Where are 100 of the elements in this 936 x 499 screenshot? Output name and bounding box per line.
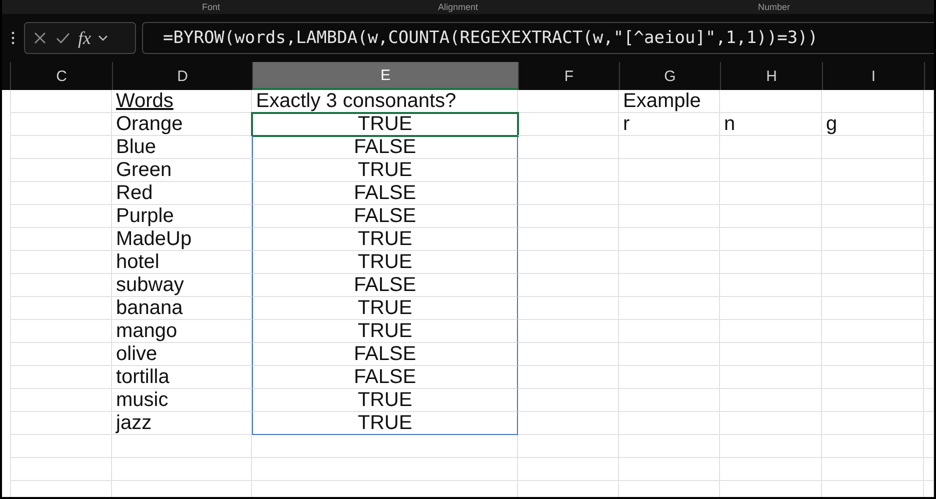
empty-cell[interactable]: [924, 435, 934, 458]
grid-cell[interactable]: r: [619, 113, 720, 136]
grid-cell[interactable]: [822, 136, 924, 159]
empty-cell[interactable]: [10, 458, 112, 481]
empty-cell[interactable]: [518, 320, 619, 343]
empty-cell[interactable]: [518, 251, 619, 274]
grid-cell[interactable]: [619, 366, 720, 389]
grid-cell[interactable]: [619, 228, 720, 251]
empty-cell[interactable]: [10, 228, 112, 251]
grid-cell[interactable]: [822, 228, 924, 251]
result-cell[interactable]: TRUE: [252, 159, 518, 182]
empty-cell[interactable]: [924, 343, 934, 366]
column-header[interactable]: F: [518, 62, 619, 90]
empty-cell[interactable]: [924, 389, 934, 412]
empty-cell[interactable]: [518, 113, 619, 136]
empty-cell[interactable]: [924, 320, 934, 343]
empty-cell[interactable]: [924, 228, 934, 251]
column-header[interactable]: G: [619, 62, 720, 90]
grid-cell[interactable]: [720, 389, 822, 412]
grid-cell[interactable]: [720, 251, 822, 274]
empty-cell[interactable]: [822, 435, 924, 458]
empty-cell[interactable]: [112, 435, 252, 458]
empty-cell[interactable]: [822, 90, 924, 113]
formula-input[interactable]: =BYROW(words,LAMBDA(w,COUNTA(REGEXEXTRACT(w,"[^aeiou]",1,1))=3)): [142, 22, 934, 54]
empty-cell[interactable]: [518, 366, 619, 389]
grid-cell[interactable]: [619, 412, 720, 435]
empty-cell[interactable]: [720, 90, 822, 113]
grid-cell[interactable]: [822, 343, 924, 366]
empty-cell[interactable]: [518, 228, 619, 251]
result-cell[interactable]: TRUE: [252, 412, 518, 435]
grid-cell[interactable]: [619, 251, 720, 274]
empty-cell[interactable]: [924, 458, 934, 481]
insert-function-button[interactable]: fx: [78, 28, 91, 48]
empty-cell[interactable]: [619, 458, 720, 481]
grid-cell[interactable]: [822, 412, 924, 435]
empty-cell[interactable]: [518, 90, 619, 113]
grid-cell[interactable]: [619, 343, 720, 366]
empty-cell[interactable]: [518, 343, 619, 366]
empty-cell[interactable]: [10, 343, 112, 366]
grid-cell[interactable]: [619, 159, 720, 182]
grid-cell[interactable]: [619, 389, 720, 412]
grid-cell[interactable]: [619, 136, 720, 159]
empty-cell[interactable]: [619, 435, 720, 458]
result-cell[interactable]: TRUE: [252, 297, 518, 320]
more-options-icon[interactable]: [11, 31, 15, 45]
empty-cell[interactable]: [10, 320, 112, 343]
grid-cell[interactable]: [619, 320, 720, 343]
empty-cell[interactable]: [518, 412, 619, 435]
result-cell[interactable]: FALSE: [252, 343, 518, 366]
empty-cell[interactable]: [924, 159, 934, 182]
grid-cell[interactable]: [720, 297, 822, 320]
empty-cell[interactable]: [10, 274, 112, 297]
result-cell[interactable]: TRUE: [252, 320, 518, 343]
grid-cell[interactable]: [720, 412, 822, 435]
grid-cell[interactable]: g: [822, 113, 924, 136]
grid-cell[interactable]: n: [720, 113, 822, 136]
grid-cell[interactable]: [720, 228, 822, 251]
grid-cell[interactable]: [822, 274, 924, 297]
empty-cell[interactable]: [518, 205, 619, 228]
empty-cell[interactable]: [518, 159, 619, 182]
grid-cell[interactable]: [619, 274, 720, 297]
empty-cell[interactable]: [10, 251, 112, 274]
empty-cell[interactable]: [822, 458, 924, 481]
empty-cell[interactable]: [10, 366, 112, 389]
empty-cell[interactable]: [10, 136, 112, 159]
result-cell[interactable]: FALSE: [252, 205, 518, 228]
empty-cell[interactable]: [10, 297, 112, 320]
empty-cell[interactable]: [10, 159, 112, 182]
empty-cell[interactable]: [924, 113, 934, 136]
empty-cell[interactable]: [10, 205, 112, 228]
empty-cell[interactable]: [518, 435, 619, 458]
grid-cell[interactable]: [720, 343, 822, 366]
column-header[interactable]: H: [720, 62, 822, 90]
grid-cell[interactable]: [822, 251, 924, 274]
grid-cell[interactable]: [822, 389, 924, 412]
empty-cell[interactable]: [10, 113, 112, 136]
grid-cell[interactable]: [822, 182, 924, 205]
empty-cell[interactable]: [252, 458, 518, 481]
empty-cell[interactable]: [924, 297, 934, 320]
empty-cell[interactable]: [10, 389, 112, 412]
empty-cell[interactable]: [518, 458, 619, 481]
column-header[interactable]: C: [10, 62, 112, 90]
grid-cell[interactable]: [619, 297, 720, 320]
result-cell[interactable]: TRUE: [252, 228, 518, 251]
empty-cell[interactable]: [518, 274, 619, 297]
empty-cell[interactable]: [518, 389, 619, 412]
grid-cell[interactable]: [822, 159, 924, 182]
grid-cell[interactable]: [619, 205, 720, 228]
empty-cell[interactable]: [720, 458, 822, 481]
result-cell[interactable]: TRUE: [252, 389, 518, 412]
empty-cell[interactable]: [924, 136, 934, 159]
grid-cell[interactable]: [720, 182, 822, 205]
empty-cell[interactable]: [924, 251, 934, 274]
empty-cell[interactable]: [924, 182, 934, 205]
grid-cell[interactable]: [720, 274, 822, 297]
grid-cell[interactable]: [720, 159, 822, 182]
empty-cell[interactable]: [518, 136, 619, 159]
result-cell[interactable]: FALSE: [252, 182, 518, 205]
grid-cell[interactable]: [822, 320, 924, 343]
grid-cell[interactable]: [619, 182, 720, 205]
